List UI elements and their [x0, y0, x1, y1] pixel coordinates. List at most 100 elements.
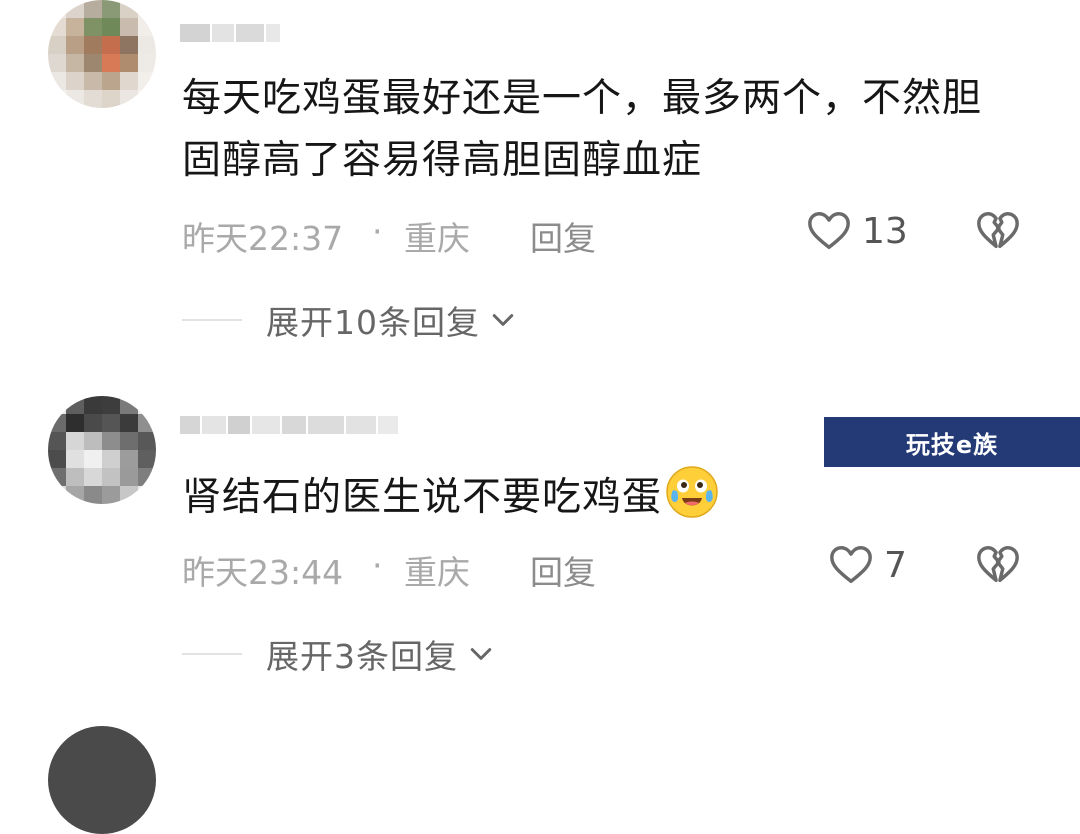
avatar-pixel	[48, 36, 66, 54]
avatar-pixel	[102, 36, 120, 54]
avatar-pixel	[84, 414, 102, 432]
avatar-pixel	[120, 0, 138, 18]
avatar-pixel	[66, 18, 84, 36]
avatar-pixel	[138, 396, 156, 414]
avatar-pixel	[48, 432, 66, 450]
avatar-pixel	[66, 396, 84, 414]
avatar-pixel	[66, 486, 84, 504]
heart-outline-icon	[830, 546, 872, 584]
avatar[interactable]	[48, 396, 156, 504]
chevron-down-icon	[470, 648, 492, 660]
avatar-pixel	[48, 54, 66, 72]
watermark-banner: 玩技e族	[824, 417, 1080, 467]
avatar-pixel	[84, 18, 102, 36]
avatar-pixel	[102, 486, 120, 504]
avatar-pixel	[138, 18, 156, 36]
watermark-text: 玩技e族	[905, 430, 999, 459]
avatar-pixel	[120, 432, 138, 450]
avatar-pixel	[48, 72, 66, 90]
divider-line	[182, 653, 242, 655]
dislike-button[interactable]	[975, 208, 1021, 258]
avatar-pixel	[120, 72, 138, 90]
avatar-pixel	[120, 414, 138, 432]
avatar-pixel	[84, 450, 102, 468]
avatar-pixel	[48, 414, 66, 432]
like-count: 13	[862, 210, 908, 252]
avatar-pixel	[66, 36, 84, 54]
avatar-pixel	[138, 72, 156, 90]
avatar-pixel	[66, 0, 84, 18]
avatar-pixel	[84, 468, 102, 486]
expand-replies-button[interactable]: 展开3条回复	[182, 632, 496, 676]
avatar-pixel	[120, 396, 138, 414]
avatar-pixel	[48, 90, 66, 108]
chevron-down-icon	[492, 314, 514, 326]
username-blurred[interactable]	[180, 16, 280, 50]
expand-replies-button[interactable]: 展开10条回复	[182, 298, 518, 342]
avatar-pixel	[84, 90, 102, 108]
like-count: 7	[884, 544, 907, 586]
avatar-pixel	[66, 414, 84, 432]
comment-1: 每天吃鸡蛋最好还是一个，最多两个，不然胆固醇高了容易得高胆固醇血症 昨天22:3…	[0, 0, 1080, 360]
avatar-pixel	[138, 54, 156, 72]
meta-separator: ·	[372, 546, 383, 585]
avatar-pixel	[102, 414, 120, 432]
avatar-pixel	[138, 414, 156, 432]
avatar-pixel	[84, 396, 102, 414]
avatar-pixel	[84, 36, 102, 54]
avatar-pixel	[102, 396, 120, 414]
avatar-pixel	[138, 0, 156, 18]
avatar-pixel	[120, 90, 138, 108]
avatar-pixel	[66, 450, 84, 468]
comment-text-body: 肾结石的医生说不要吃鸡蛋	[182, 475, 663, 520]
avatar-pixel	[138, 468, 156, 486]
avatar-pixel	[66, 432, 84, 450]
comment-time: 昨天22:37	[182, 219, 344, 258]
username-blurred[interactable]	[180, 408, 398, 442]
next-comment-avatar[interactable]	[48, 726, 156, 834]
broken-heart-icon	[977, 212, 1019, 249]
comment-time: 昨天23:44	[182, 553, 344, 592]
avatar-pixel	[84, 54, 102, 72]
avatar-pixel	[48, 486, 66, 504]
avatar-pixel	[120, 36, 138, 54]
reply-button[interactable]: 回复	[530, 212, 596, 260]
avatar-pixel	[138, 486, 156, 504]
avatar-pixel	[120, 18, 138, 36]
avatar-pixel	[66, 54, 84, 72]
avatar-pixel	[48, 396, 66, 414]
divider-line	[182, 319, 242, 321]
avatar-pixel	[102, 90, 120, 108]
avatar-pixel	[138, 90, 156, 108]
avatar-pixel	[102, 72, 120, 90]
avatar-pixel	[48, 450, 66, 468]
like-button[interactable]: 7	[828, 542, 907, 588]
reply-button[interactable]: 回复	[530, 546, 596, 594]
avatar-pixel	[138, 36, 156, 54]
avatar-pixel	[120, 468, 138, 486]
avatar-pixel	[84, 0, 102, 18]
avatar-pixelated	[48, 0, 156, 108]
comment-location: 重庆	[404, 219, 470, 258]
avatar-pixel	[102, 432, 120, 450]
meta-separator: ·	[372, 212, 383, 251]
avatar-pixelated	[48, 396, 156, 504]
avatar-pixel	[102, 18, 120, 36]
avatar-pixel	[120, 486, 138, 504]
dislike-button[interactable]	[975, 542, 1021, 592]
broken-heart-icon	[977, 546, 1019, 583]
avatar-pixel	[120, 54, 138, 72]
avatar-pixel	[48, 468, 66, 486]
comment-location: 重庆	[404, 553, 470, 592]
avatar-pixel	[48, 0, 66, 18]
avatar-pixel	[66, 72, 84, 90]
avatar-pixel	[102, 468, 120, 486]
comment-text: 肾结石的医生说不要吃鸡蛋	[182, 464, 1012, 529]
avatar[interactable]	[48, 0, 156, 108]
avatar-pixel	[138, 450, 156, 468]
like-button[interactable]: 13	[806, 208, 908, 254]
crying-laughing-emoji-icon	[666, 466, 718, 518]
avatar-pixel	[84, 432, 102, 450]
expand-replies-label: 展开3条回复	[266, 637, 458, 676]
avatar-pixel	[120, 450, 138, 468]
